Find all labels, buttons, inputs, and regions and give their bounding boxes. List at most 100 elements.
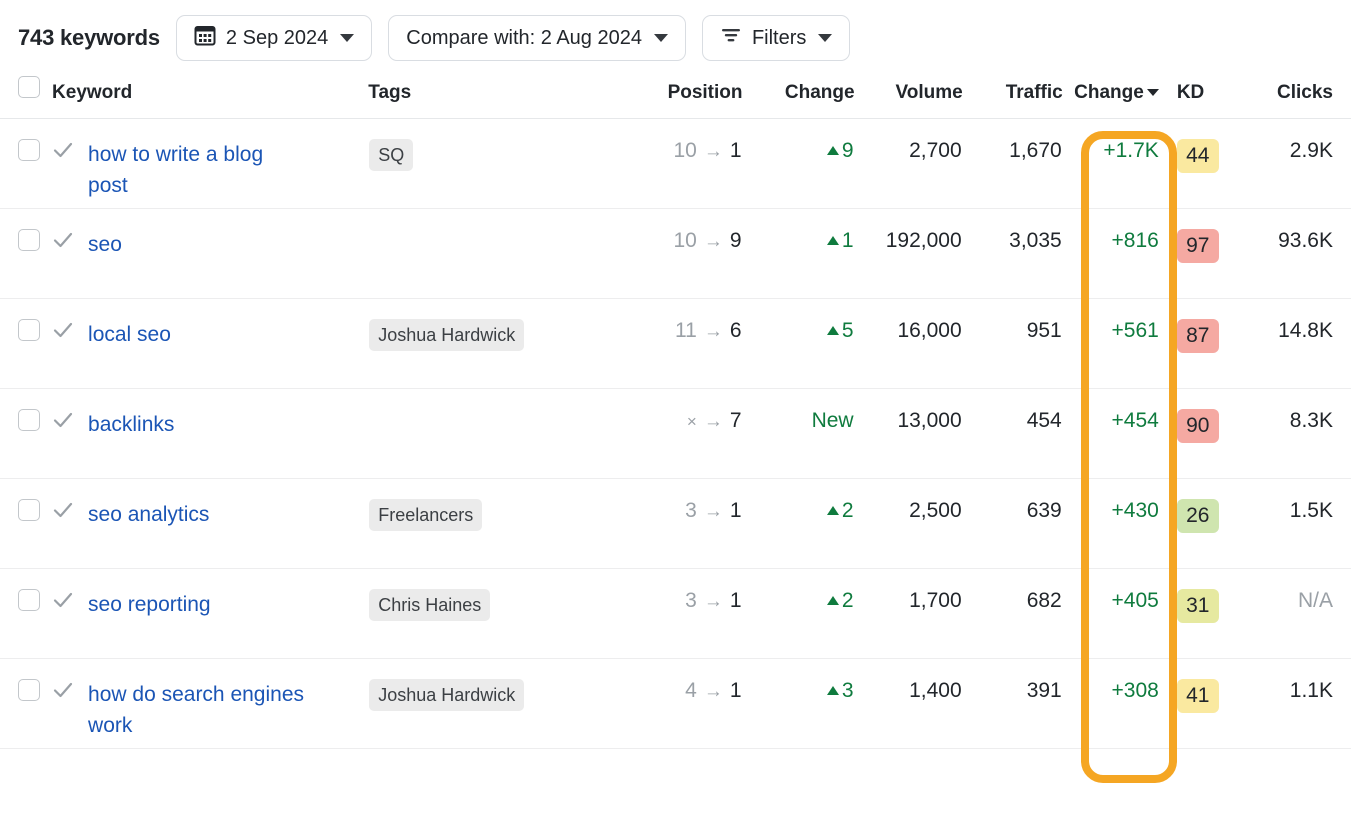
date-picker-button[interactable]: 2 Sep 2024	[176, 15, 372, 61]
row-select-cell	[0, 209, 52, 299]
keyword-link[interactable]: seo	[88, 229, 122, 260]
row-select-cell	[0, 479, 52, 569]
tag-badge[interactable]: Freelancers	[369, 499, 482, 531]
tags-cell: Chris Haines	[368, 569, 630, 659]
row-checkbox[interactable]	[18, 139, 40, 161]
keyword-cell: seo	[52, 209, 368, 299]
traffic-change-cell: +405	[1063, 569, 1171, 659]
chevron-down-icon	[818, 34, 832, 42]
tag-badge[interactable]: Chris Haines	[369, 589, 490, 621]
position-change-cell: 5	[743, 299, 855, 389]
keyword-link[interactable]: how do search engines work	[88, 679, 306, 741]
row-select-cell	[0, 659, 52, 749]
tracked-check-icon	[52, 139, 74, 163]
triangle-up-icon	[827, 506, 839, 515]
column-header-kd[interactable]: KD	[1171, 76, 1233, 119]
table-header: Keyword Tags Position Change Volume Traf…	[0, 76, 1351, 119]
keyword-link[interactable]: how to write a blog post	[88, 139, 306, 201]
traffic-cell: 639	[963, 479, 1063, 569]
toolbar: 743 keywords 2 Sep 2024 Compare with: 2 …	[0, 0, 1351, 76]
position-current: 1	[730, 139, 742, 162]
column-header-volume[interactable]: Volume	[855, 76, 963, 119]
arrow-right-icon: →	[697, 681, 730, 702]
keywords-screen: 743 keywords 2 Sep 2024 Compare with: 2 …	[0, 0, 1351, 831]
row-checkbox[interactable]	[18, 499, 40, 521]
row-checkbox[interactable]	[18, 679, 40, 701]
position-previous: 3	[685, 589, 697, 612]
keywords-table: Keyword Tags Position Change Volume Traf…	[0, 76, 1351, 749]
column-header-change-traffic[interactable]: Change	[1063, 76, 1171, 119]
position-cell: ×→7	[630, 389, 742, 479]
table-row[interactable]: seo reportingChris Haines3→121,700682+40…	[0, 569, 1351, 659]
tag-badge[interactable]: Joshua Hardwick	[369, 679, 524, 711]
table-row[interactable]: local seoJoshua Hardwick11→6516,000951+5…	[0, 299, 1351, 389]
column-header-change[interactable]: Change	[743, 76, 855, 119]
tracked-check-icon	[52, 499, 74, 523]
triangle-up-icon	[827, 236, 839, 245]
row-select-cell	[0, 299, 52, 389]
traffic-cell: 454	[963, 389, 1063, 479]
row-checkbox[interactable]	[18, 319, 40, 341]
tags-cell: Joshua Hardwick	[368, 299, 630, 389]
keyword-link[interactable]: local seo	[88, 319, 171, 350]
traffic-cell: 391	[963, 659, 1063, 749]
kd-cell: 26	[1171, 479, 1233, 569]
triangle-up-icon	[827, 686, 839, 695]
traffic-cell: 682	[963, 569, 1063, 659]
table-row[interactable]: how to write a blog postSQ10→192,7001,67…	[0, 119, 1351, 209]
row-checkbox[interactable]	[18, 229, 40, 251]
position-previous: 10	[673, 229, 696, 252]
position-cell: 10→9	[630, 209, 742, 299]
keyword-count-label: 743 keywords	[18, 25, 160, 51]
volume-cell: 2,700	[855, 119, 963, 209]
position-previous: 4	[685, 679, 697, 702]
tracked-check-icon	[52, 319, 74, 343]
position-previous: ×	[687, 412, 697, 431]
tracked-check-icon	[52, 229, 74, 253]
column-header-keyword[interactable]: Keyword	[52, 76, 368, 119]
change-value: 1	[842, 229, 854, 252]
tracked-check-icon	[52, 589, 74, 613]
position-cell: 11→6	[630, 299, 742, 389]
table-row[interactable]: backlinks×→7New13,000454+454908.3K	[0, 389, 1351, 479]
traffic-change-cell: +430	[1063, 479, 1171, 569]
keyword-link[interactable]: seo reporting	[88, 589, 211, 620]
change-value: 5	[842, 319, 854, 342]
tags-cell: SQ	[368, 119, 630, 209]
filters-button[interactable]: Filters	[702, 15, 850, 61]
change-value: 3	[842, 679, 854, 702]
keyword-cell: seo reporting	[52, 569, 368, 659]
row-checkbox[interactable]	[18, 589, 40, 611]
triangle-up-icon	[827, 596, 839, 605]
table-row[interactable]: seo analyticsFreelancers3→122,500639+430…	[0, 479, 1351, 569]
table-row[interactable]: how do search engines work Joshua Hardwic…	[0, 659, 1351, 749]
kd-badge: 41	[1177, 679, 1219, 713]
tracked-check-icon	[52, 679, 74, 703]
position-change-cell: 3	[743, 659, 855, 749]
select-all-header	[0, 76, 52, 119]
table-row[interactable]: seo10→91192,0003,035+8169793.6K	[0, 209, 1351, 299]
arrow-right-icon: →	[697, 411, 730, 432]
column-header-traffic[interactable]: Traffic	[963, 76, 1063, 119]
tag-badge[interactable]: Joshua Hardwick	[369, 319, 524, 351]
filter-icon	[720, 25, 742, 51]
clicks-cell: N/A	[1233, 569, 1351, 659]
select-all-checkbox[interactable]	[18, 76, 40, 98]
row-checkbox[interactable]	[18, 409, 40, 431]
keyword-link[interactable]: backlinks	[88, 409, 174, 440]
arrow-right-icon: →	[697, 501, 730, 522]
tag-badge[interactable]: SQ	[369, 139, 413, 171]
column-header-tags[interactable]: Tags	[368, 76, 630, 119]
tags-cell	[368, 209, 630, 299]
compare-with-button[interactable]: Compare with: 2 Aug 2024	[388, 15, 686, 61]
position-cell: 10→1	[630, 119, 742, 209]
keyword-link[interactable]: seo analytics	[88, 499, 209, 530]
traffic-cell: 3,035	[963, 209, 1063, 299]
position-change-cell: 1	[743, 209, 855, 299]
column-header-clicks[interactable]: Clicks	[1233, 76, 1351, 119]
position-change-cell: 2	[743, 479, 855, 569]
column-header-position[interactable]: Position	[630, 76, 742, 119]
sort-descending-icon	[1147, 89, 1159, 96]
row-select-cell	[0, 389, 52, 479]
position-change-cell: New	[743, 389, 855, 479]
